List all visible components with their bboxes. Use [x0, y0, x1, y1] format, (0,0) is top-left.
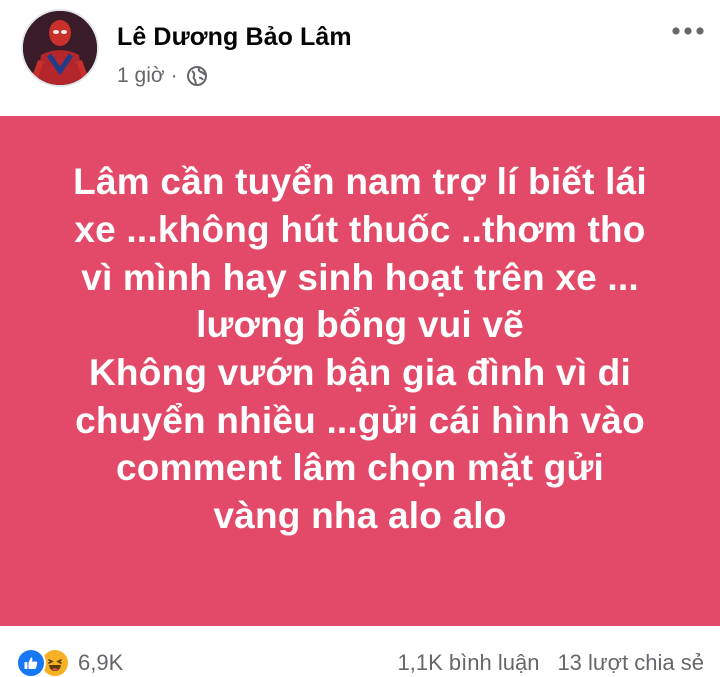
meta-separator: · — [170, 64, 178, 87]
reactions-summary[interactable]: 6,9K — [16, 648, 123, 677]
more-options-button[interactable] — [670, 18, 706, 44]
comment-count-link[interactable]: 1,1K bình luận — [398, 650, 540, 676]
author-name[interactable]: Lê Dương Bảo Lâm — [117, 23, 352, 52]
avatar-image — [23, 11, 97, 85]
reaction-count: 6,9K — [78, 650, 124, 675]
post-stats-bar: 6,9K 1,1K bình luận 13 lượt chia sẻ — [0, 626, 720, 677]
post-body-card: Lâm cần tuyển nam trợ lí biết lái xe ...… — [0, 116, 720, 626]
engagement-counts: 1,1K bình luận 13 lượt chia sẻ — [398, 650, 704, 676]
more-horizontal-icon — [672, 27, 704, 35]
like-icon — [16, 648, 46, 677]
avatar[interactable] — [21, 9, 99, 87]
facebook-post: Lê Dương Bảo Lâm 1 giờ · Lâm cần tuyển n… — [0, 0, 720, 677]
globe-icon[interactable] — [186, 65, 208, 87]
share-count-link[interactable]: 13 lượt chia sẻ — [557, 650, 704, 676]
post-header: Lê Dương Bảo Lâm 1 giờ · — [0, 0, 720, 116]
post-text: Lâm cần tuyển nam trợ lí biết lái xe ...… — [73, 161, 647, 537]
post-meta: 1 giờ · — [117, 64, 208, 88]
post-time[interactable]: 1 giờ — [117, 64, 165, 88]
